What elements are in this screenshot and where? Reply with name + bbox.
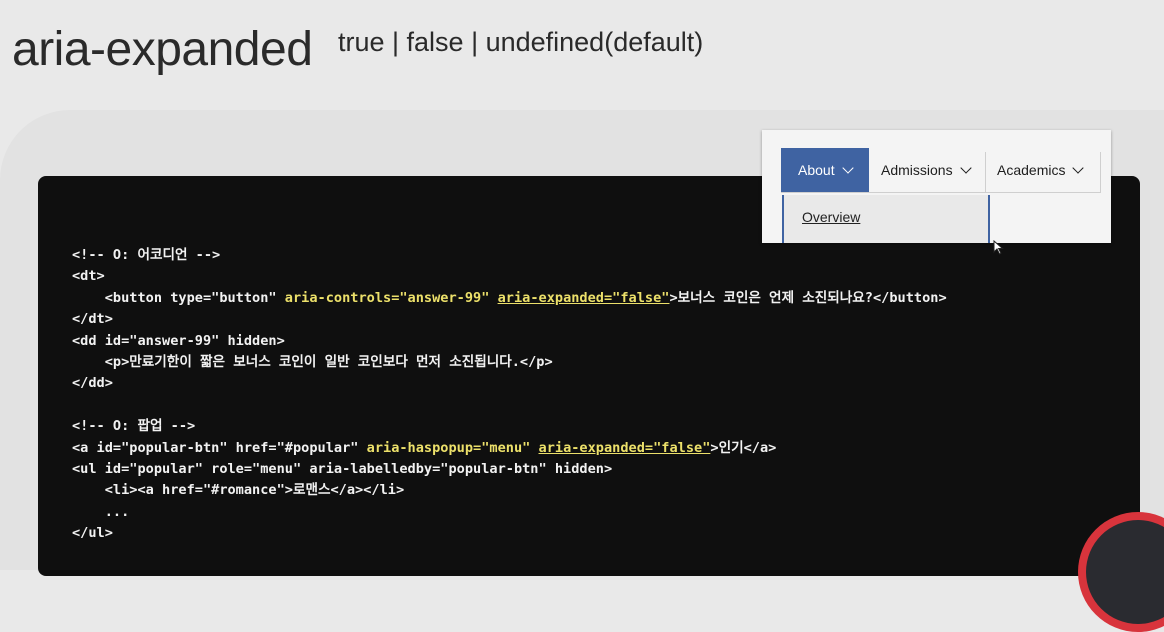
- code-line: <!-- O: 어코디언 -->: [72, 247, 221, 263]
- code-line: <dt>: [72, 268, 105, 285]
- code-attr-highlight: aria-expanded="false": [497, 289, 670, 306]
- nav-item-about[interactable]: About: [781, 148, 869, 192]
- code-attr: aria-controls="answer-99": [284, 289, 490, 306]
- code-line: <!-- O: 팝업 -->: [72, 418, 196, 435]
- nav-item-label: Admissions: [881, 162, 953, 178]
- nav-bar: About Admissions Academics: [781, 148, 1101, 193]
- chevron-down-icon: [841, 161, 854, 174]
- code-text: <a id="popular-btn" href="#popular": [72, 439, 367, 456]
- code-listing: <!-- O: 어코디언 --> <dt> <button type="butto…: [72, 245, 947, 544]
- nav-item-admissions[interactable]: Admissions: [881, 148, 985, 192]
- code-line: <dd id="answer-99" hidden>: [72, 332, 285, 349]
- dropdown-menu: Overview: [782, 195, 990, 243]
- code-line: <ul id="popular" role="menu" aria-labell…: [72, 460, 613, 477]
- nav-item-label: Academics: [997, 162, 1066, 178]
- code-text: <button type="button": [72, 289, 285, 306]
- code-attr-highlight: aria-expanded="false": [538, 439, 711, 456]
- nav-item-academics[interactable]: Academics: [997, 148, 1101, 192]
- menu-demo-screenshot: About Admissions Academics Overview: [762, 130, 1111, 243]
- code-line: </dt>: [72, 311, 113, 328]
- code-line: </dd>: [72, 375, 113, 392]
- mouse-pointer-icon: [993, 240, 1004, 255]
- page-title: aria-expanded: [12, 23, 313, 76]
- nav-item-label: About: [798, 162, 835, 178]
- code-line: </ul>: [72, 525, 113, 542]
- dropdown-item-overview[interactable]: Overview: [802, 209, 860, 225]
- code-line: ...: [72, 503, 130, 520]
- code-attr: aria-haspopup="menu": [366, 439, 531, 456]
- code-text: >보너스 코인은 언제 소진되나요?</button>: [669, 289, 947, 306]
- code-line: <a id="popular-btn" href="#popular" aria…: [72, 438, 947, 459]
- code-line: <button type="button" aria-controls="ans…: [72, 288, 947, 309]
- chevron-down-icon: [1072, 161, 1085, 174]
- code-line: <li><a href="#romance">로맨스</a></li>: [72, 482, 405, 499]
- code-line: <p>만료기한이 짧은 보너스 코인이 일반 코인보다 먼저 소진됩니다.</p…: [72, 353, 553, 370]
- code-text: >인기</a>: [710, 439, 777, 456]
- page-subtitle: true | false | undefined(default): [338, 27, 704, 57]
- nav-divider: [985, 152, 986, 192]
- presenter-photo: [1086, 520, 1164, 624]
- chevron-down-icon: [959, 161, 972, 174]
